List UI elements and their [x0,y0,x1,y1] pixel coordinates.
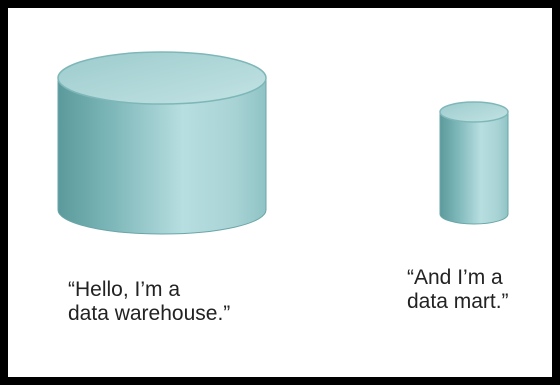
mart-caption-line-1: “And I’m a [407,266,503,289]
data-mart-cylinder [439,101,509,225]
mart-caption-line-2: data mart.” [407,290,509,313]
mart-cylinder-body [439,111,509,225]
mart-caption: “And I’m a data mart.” [407,266,509,314]
diagram-canvas [57,51,509,235]
data-warehouse-cylinder [57,51,267,235]
warehouse-caption: “Hello, I’m a data warehouse.” [68,278,230,326]
warehouse-caption-line-1: “Hello, I’m a [68,278,181,301]
warehouse-cylinder-top [57,51,267,105]
mart-cylinder-top [439,101,509,123]
warehouse-caption-line-2: data warehouse.” [68,302,231,325]
